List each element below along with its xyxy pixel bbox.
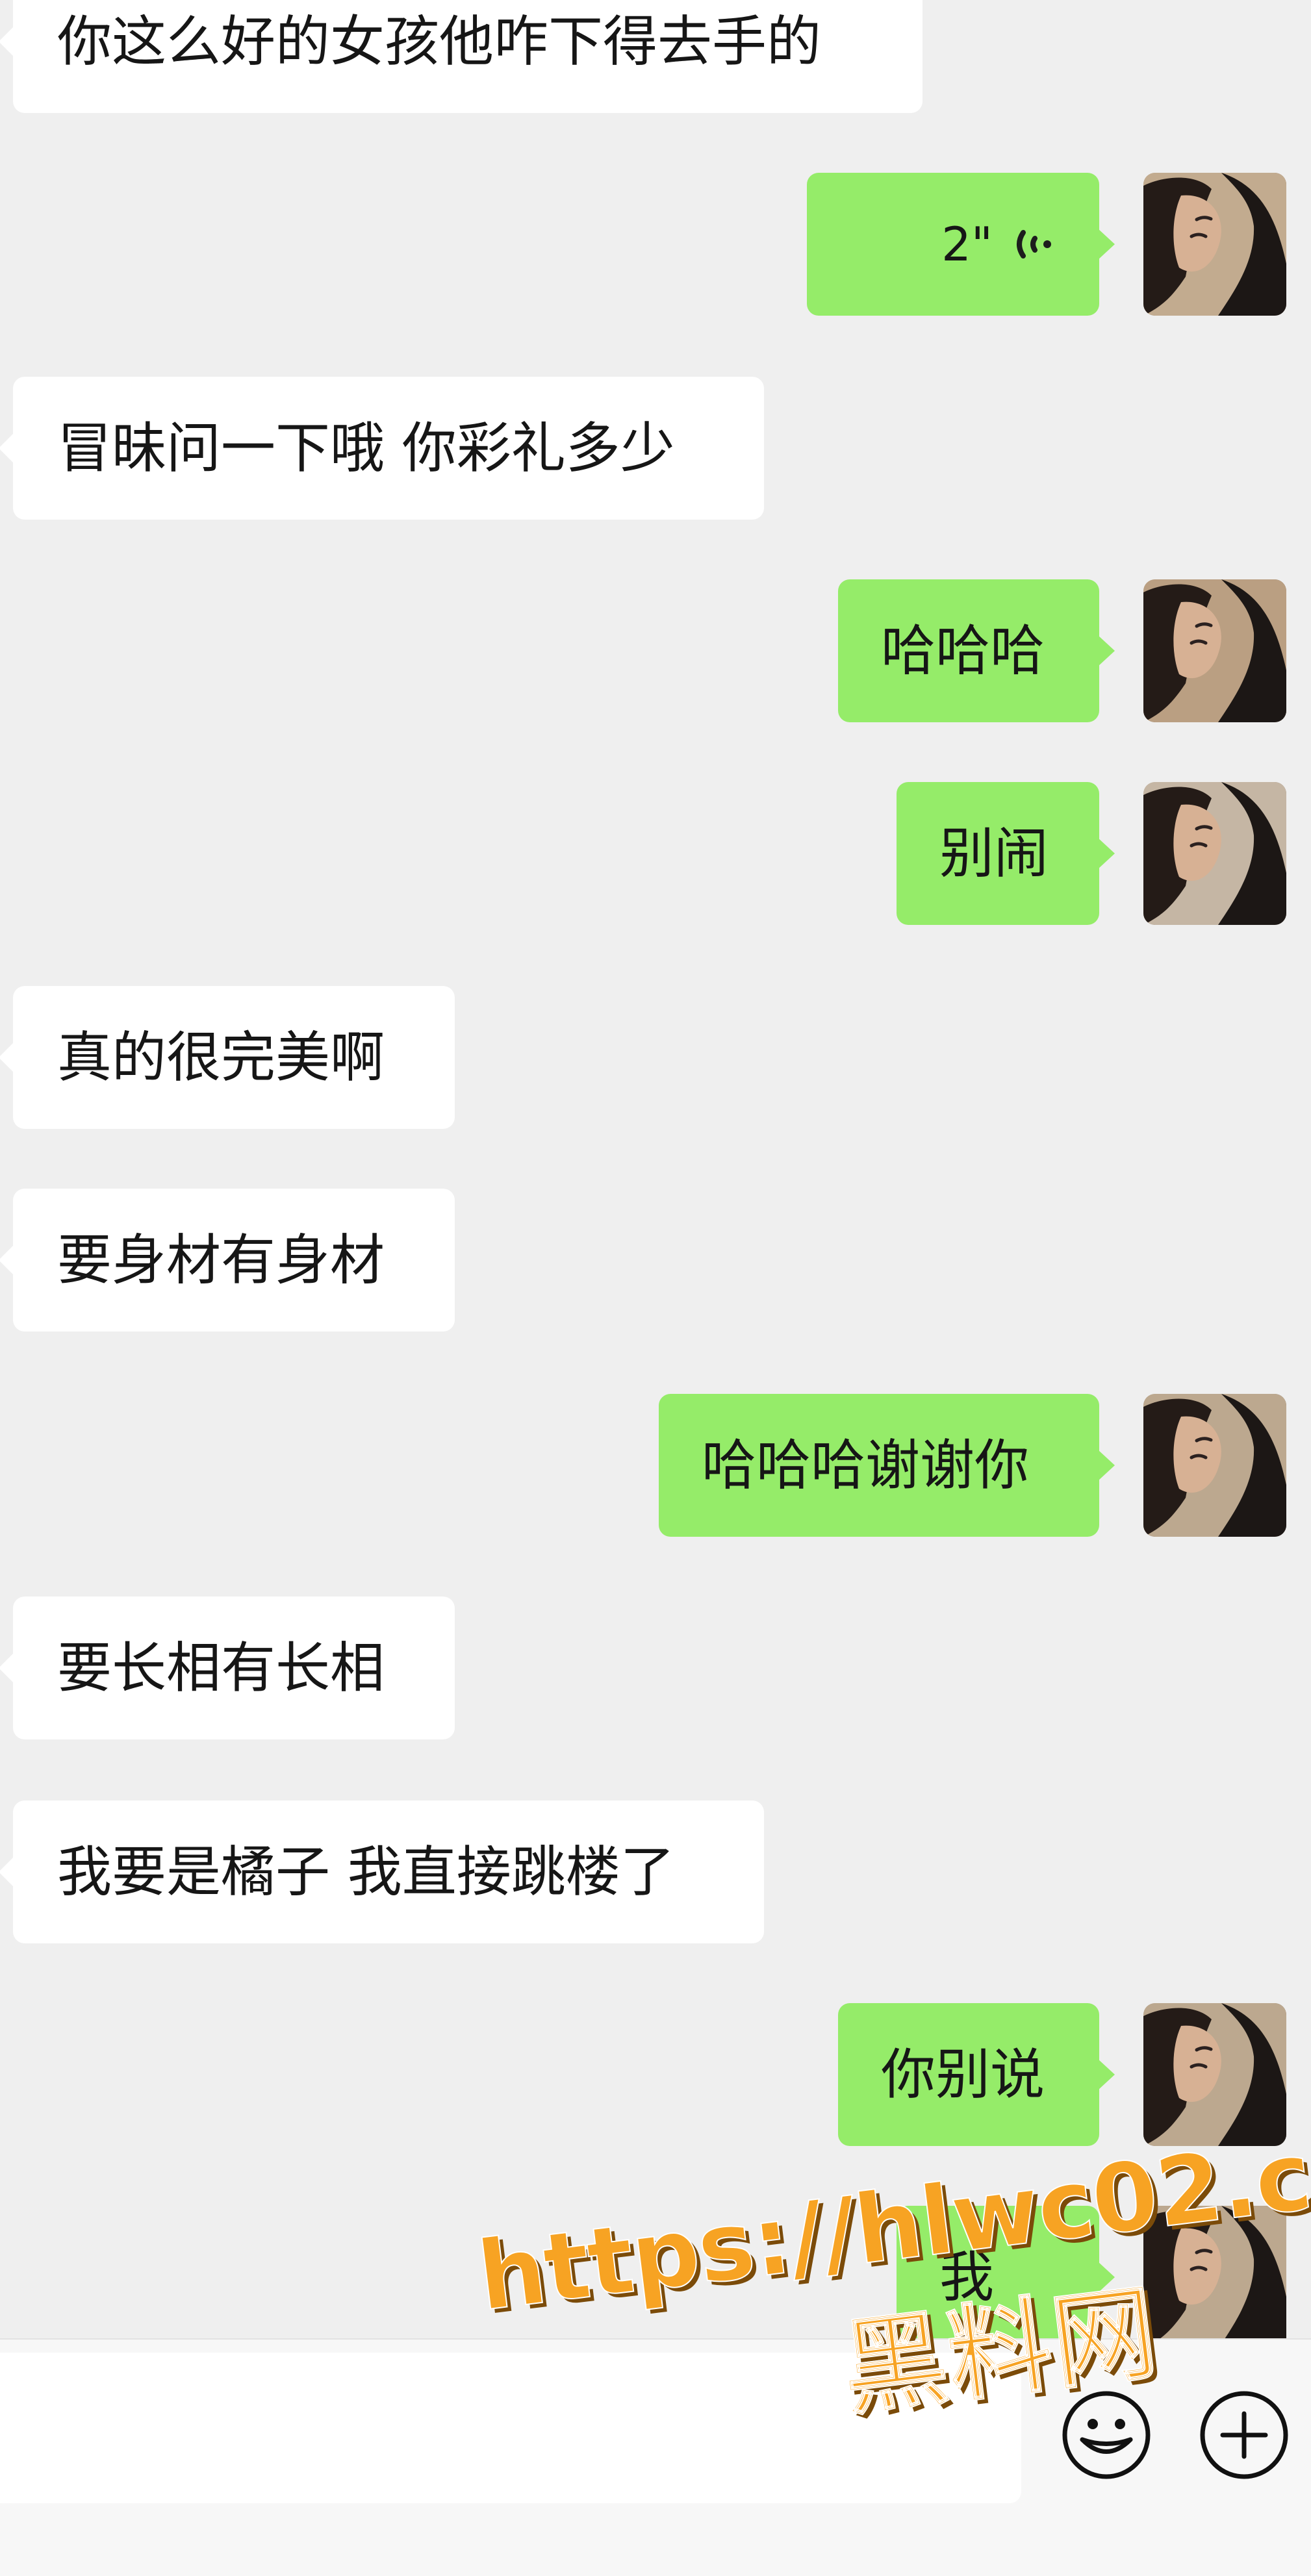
- voice-message[interactable]: 2": [807, 173, 1115, 316]
- message-text: 要长相有长相: [57, 1636, 385, 1700]
- user-avatar[interactable]: [1143, 2003, 1286, 2146]
- more-button[interactable]: [1195, 2386, 1293, 2484]
- avatar-photo: [1143, 2003, 1286, 2146]
- message-text: 真的很完美啊: [57, 1026, 385, 1089]
- chat-history[interactable]: 你这么好的女孩他咋下得去手的 2" 冒昧问一下哦 你彩礼多少 哈哈哈 别闹 真的…: [0, 0, 1311, 2338]
- message-text: 哈哈哈: [881, 619, 1045, 683]
- user-avatar[interactable]: [1143, 579, 1286, 722]
- composer-bar: [0, 2338, 1311, 2576]
- message-input[interactable]: [0, 2353, 1021, 2503]
- incoming-message[interactable]: 冒昧问一下哦 你彩礼多少: [0, 377, 764, 520]
- outgoing-message[interactable]: 哈哈哈谢谢你: [659, 1394, 1115, 1537]
- message-text: 我要是橘子 我直接跳楼了: [57, 1840, 675, 1904]
- message-text: 哈哈哈谢谢你: [702, 1433, 1030, 1497]
- outgoing-message[interactable]: 别闹: [897, 782, 1115, 925]
- outgoing-message[interactable]: 我: [897, 2206, 1115, 2338]
- avatar-photo: [1143, 782, 1286, 925]
- message-text: 我: [939, 2245, 995, 2309]
- message-text: 要身材有身材: [57, 1228, 385, 1292]
- message-text: 冒昧问一下哦 你彩礼多少: [57, 416, 675, 480]
- plus-circle-icon: [1200, 2391, 1288, 2479]
- message-text: 你这么好的女孩他咋下得去手的: [57, 10, 822, 73]
- incoming-message[interactable]: 你这么好的女孩他咋下得去手的: [0, 0, 923, 113]
- incoming-message[interactable]: 要长相有长相: [0, 1597, 455, 1739]
- avatar-photo: [1143, 1394, 1286, 1537]
- outgoing-message[interactable]: 哈哈哈: [838, 579, 1115, 722]
- smiley-icon: [1062, 2391, 1151, 2479]
- user-avatar[interactable]: [1143, 2206, 1286, 2338]
- avatar-photo: [1143, 173, 1286, 316]
- voice-duration: 2": [941, 217, 993, 271]
- incoming-message[interactable]: 要身材有身材: [0, 1189, 455, 1332]
- user-avatar[interactable]: [1143, 173, 1286, 316]
- voice-wave-icon: [1017, 230, 1051, 259]
- avatar-photo: [1143, 579, 1286, 722]
- user-avatar[interactable]: [1143, 782, 1286, 925]
- emoji-button[interactable]: [1058, 2386, 1155, 2484]
- outgoing-message[interactable]: 你别说: [838, 2003, 1115, 2146]
- incoming-message[interactable]: 我要是橘子 我直接跳楼了: [0, 1800, 764, 1943]
- message-text: 别闹: [939, 822, 1049, 885]
- incoming-message[interactable]: 真的很完美啊: [0, 986, 455, 1129]
- avatar-photo: [1143, 2206, 1286, 2338]
- message-text: 你别说: [881, 2043, 1045, 2106]
- user-avatar[interactable]: [1143, 1394, 1286, 1537]
